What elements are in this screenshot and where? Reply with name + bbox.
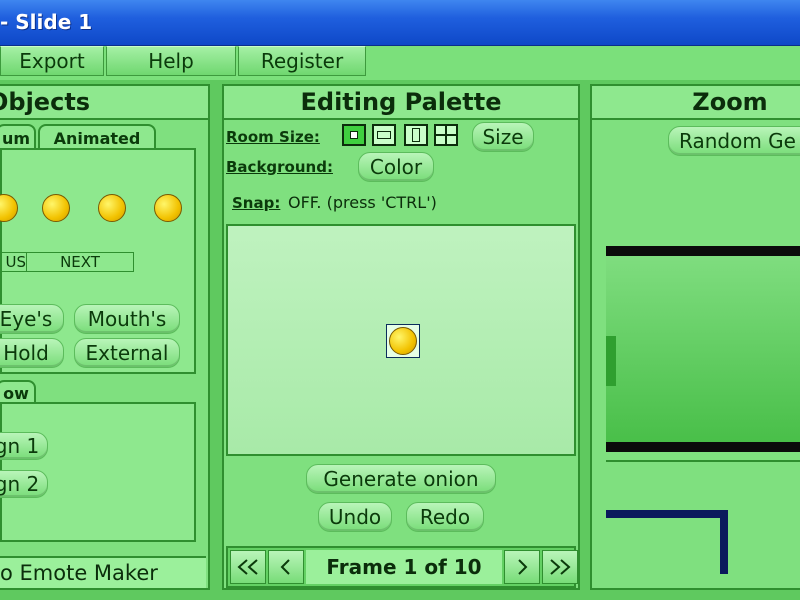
random-generate-button[interactable]: Random Ge [668,126,800,156]
slide-item-1[interactable]: gn 1 [0,432,48,460]
snap-status: OFF. (press 'CTRL') [288,193,437,212]
redo-button[interactable]: Redo [406,502,484,532]
size-button[interactable]: Size [472,122,534,152]
objects-panel-title: Objects [0,86,208,120]
room-size-wide-icon[interactable] [372,124,396,146]
hold-button[interactable]: Hold [0,338,64,368]
undo-button[interactable]: Undo [318,502,392,532]
frame-indicator: Frame 1 of 10 [306,550,502,584]
objects-title-text: Objects [0,88,91,116]
menu-export[interactable]: Export [0,46,104,76]
app-footer: o Emote Maker [0,556,206,588]
slide-item-2[interactable]: gn 2 [0,470,48,498]
frame-bar: Frame 1 of 10 [226,546,578,588]
editing-canvas[interactable] [226,224,576,456]
zoom-panel: Zoom Random Ge [590,84,800,590]
zoom-panel-title: Zoom [592,86,800,120]
app-name: o Emote Maker [0,561,158,585]
menu-help[interactable]: Help [106,46,236,76]
selected-emote[interactable] [389,327,417,355]
prev-button[interactable]: US [1,253,27,271]
background-label: Background: [226,158,333,176]
left-arrow-icon[interactable] [268,550,304,584]
objects-panel: Objects um Animated US NEXT Eye's Mouth'… [0,84,210,590]
mouths-button[interactable]: Mouth's [74,304,180,334]
zoom-preview [606,246,800,452]
snap-label: Snap: [232,194,281,212]
tab-animated[interactable]: Animated [38,124,156,150]
emote-thumb-2[interactable] [42,194,70,222]
tab-lower[interactable]: ow [0,380,36,404]
room-size-single-icon[interactable] [342,124,366,146]
color-button[interactable]: Color [358,152,434,182]
emote-thumb-1[interactable] [0,194,18,222]
room-size-grid-icon[interactable] [434,124,458,146]
title-bar: - Slide 1 [0,0,800,46]
external-button[interactable]: External [74,338,180,368]
slides-list-box: gn 1 gn 2 [0,402,196,542]
selected-emote-frame[interactable] [386,324,420,358]
emote-thumb-3[interactable] [98,194,126,222]
emote-thumb-4[interactable] [154,194,182,222]
tab-custom[interactable]: um [0,124,36,150]
menu-bar: Export Help Register [0,46,800,80]
zoom-corner-mark [606,510,728,574]
double-left-arrow-icon[interactable] [230,550,266,584]
emote-list-box: US NEXT Eye's Mouth's Hold External [0,148,196,374]
generate-onion-button[interactable]: Generate onion [306,464,496,494]
menu-register[interactable]: Register [238,46,366,76]
window-title: - Slide 1 [0,10,93,34]
emote-nav: US NEXT [0,252,134,272]
eyes-button[interactable]: Eye's [0,304,64,334]
double-right-arrow-icon[interactable] [542,550,578,584]
editing-palette-panel: Editing Palette Room Size: Size Backgrou… [222,84,580,590]
next-button[interactable]: NEXT [27,253,133,271]
room-size-tall-icon[interactable] [404,124,428,146]
room-size-label: Room Size: [226,128,320,146]
editing-palette-title: Editing Palette [224,86,578,120]
zoom-divider [606,460,800,462]
right-arrow-icon[interactable] [504,550,540,584]
